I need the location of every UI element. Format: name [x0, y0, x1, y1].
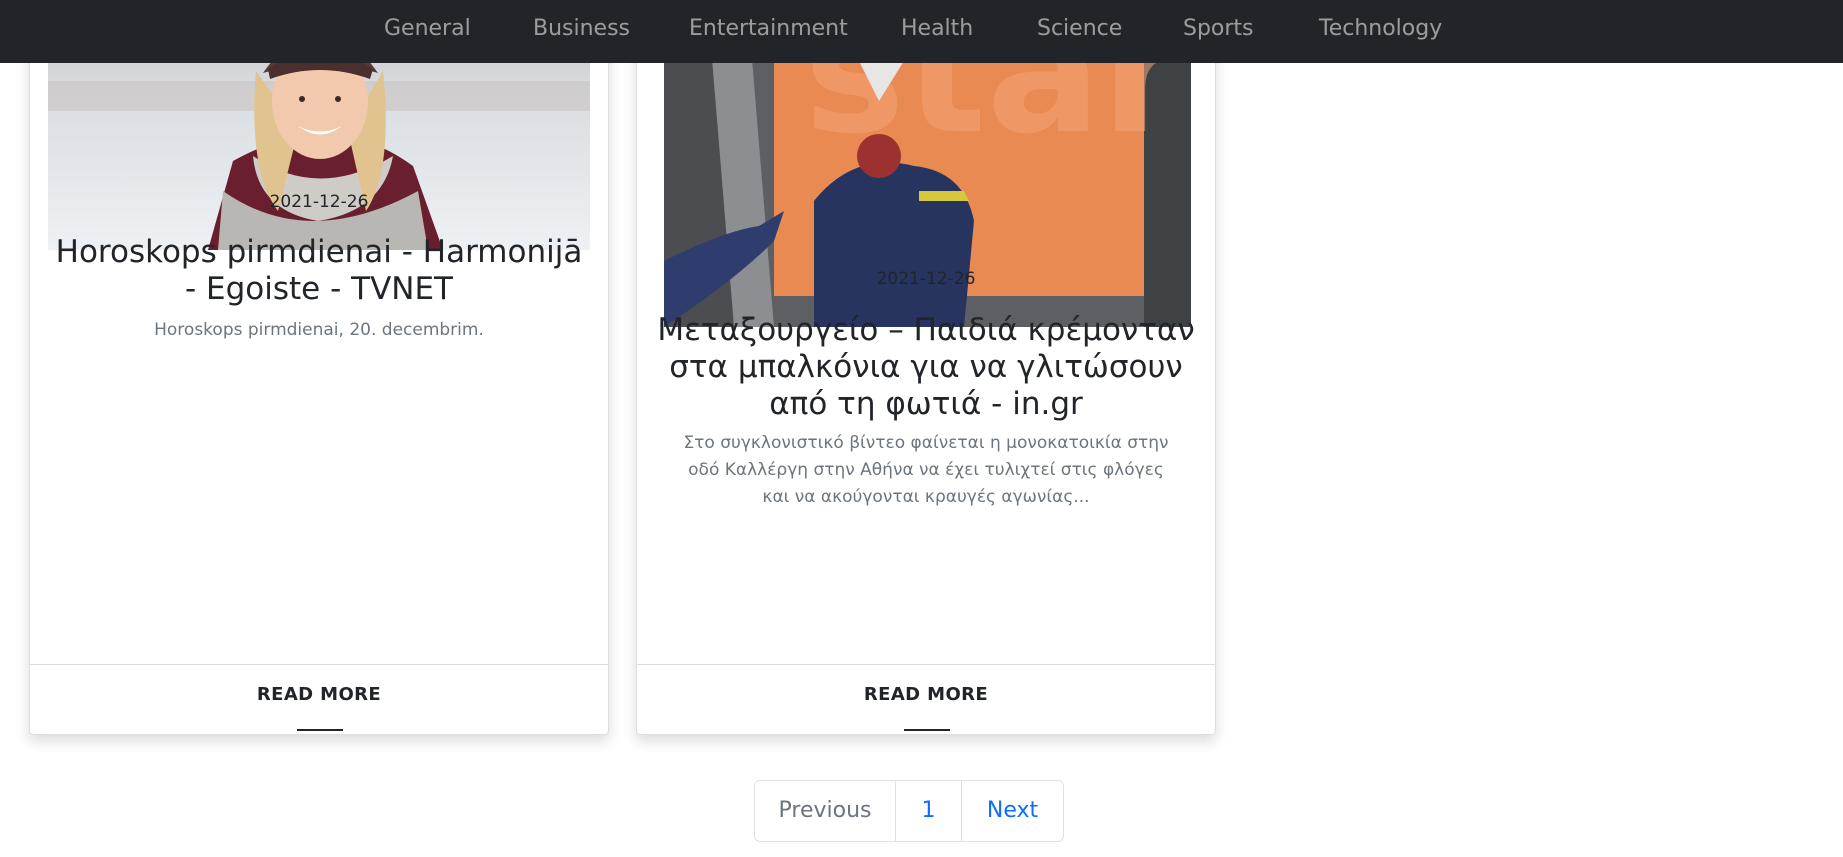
nav-technology[interactable]: Technology [1319, 0, 1442, 63]
card-footer: READ MORE [30, 664, 608, 734]
nav-science[interactable]: Science [1037, 0, 1122, 63]
nav-sports[interactable]: Sports [1183, 0, 1254, 63]
next-page-button[interactable]: Next [962, 781, 1063, 841]
read-more-underline [297, 729, 343, 731]
page-number-button[interactable]: 1 [895, 781, 962, 841]
previous-page-button[interactable]: Previous [755, 781, 895, 841]
read-more-underline [904, 729, 950, 731]
article-title: Horoskops pirmdienai - Harmonijā - Egois… [55, 234, 583, 307]
news-card: star 2021-12-26 Μεταξουργείο – Παιδιά κρ… [636, 0, 1216, 735]
article-date: 2021-12-26 [269, 192, 369, 212]
article-date: 2021-12-26 [876, 269, 976, 289]
read-more-button[interactable]: READ MORE [30, 684, 608, 705]
news-card: 2021-12-26 Horoskops pirmdienai - Harmon… [29, 0, 609, 735]
nav-business[interactable]: Business [533, 0, 630, 63]
read-more-button[interactable]: READ MORE [637, 684, 1215, 705]
nav-general[interactable]: General [384, 0, 471, 63]
nav-health[interactable]: Health [901, 0, 973, 63]
article-description: Horoskops pirmdienai, 20. decembrim. [154, 320, 484, 340]
article-description: Στο συγκλονιστικό βίντεο φαίνεται η μονο… [683, 433, 1169, 507]
article-title: Μεταξουργείο – Παιδιά κρέμονταν στα μπαλ… [657, 312, 1195, 422]
top-navbar: General Business Entertainment Health Sc… [0, 0, 1843, 63]
pagination: Previous 1 Next [754, 780, 1064, 842]
nav-entertainment[interactable]: Entertainment [689, 0, 848, 63]
card-footer: READ MORE [637, 664, 1215, 734]
